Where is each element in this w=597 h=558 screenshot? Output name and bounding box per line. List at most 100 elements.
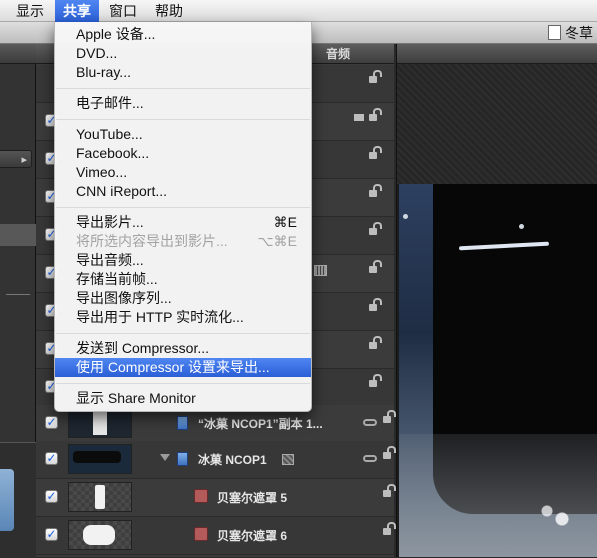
layer-row[interactable]: ✓ 冰菓 NCOP1 <box>36 441 396 479</box>
menu-item-label: CNN iReport... <box>76 183 168 199</box>
lock-icon[interactable] <box>369 146 382 159</box>
video-droplet <box>403 214 408 219</box>
bezier-mask-icon <box>194 489 208 503</box>
chain-link-icon[interactable] <box>363 455 377 462</box>
menu-item-label: 发送到 Compressor... <box>76 340 210 356</box>
menu-item-label: YouTube... <box>76 126 143 142</box>
film-layer-icon <box>177 416 188 430</box>
menu-item-label: Vimeo... <box>76 164 128 180</box>
lock-icon[interactable] <box>369 70 382 83</box>
menu-separator <box>56 383 310 384</box>
menu-view[interactable]: 显示 <box>8 0 52 22</box>
grid-icon <box>314 265 327 276</box>
menu-share[interactable]: 共享 <box>55 0 99 22</box>
document-title-text: 冬草 <box>565 25 593 41</box>
menu-item-email[interactable]: 电子邮件... <box>55 94 311 113</box>
menu-item-label: Blu-ray... <box>76 64 131 80</box>
menu-item-label: DVD... <box>76 45 118 61</box>
canvas-background <box>397 64 597 184</box>
lock-icon[interactable] <box>369 374 382 387</box>
menu-item-apple-devices[interactable]: Apple 设备... <box>55 25 311 44</box>
menu-item-label: 显示 Share Monitor <box>76 390 196 406</box>
lock-icon[interactable] <box>369 222 382 235</box>
lock-icon[interactable] <box>369 336 382 349</box>
menu-item-export-movie[interactable]: 导出影片... ⌘E <box>55 213 311 232</box>
lock-icon[interactable] <box>383 484 396 497</box>
menu-item-label: 电子邮件... <box>76 95 144 111</box>
camera-icon <box>354 114 364 121</box>
canvas-viewer <box>396 44 597 557</box>
menu-separator <box>56 119 310 120</box>
menu-help[interactable]: 帮助 <box>147 0 191 22</box>
clone-icon <box>282 454 294 465</box>
lock-icon[interactable] <box>383 410 396 423</box>
menu-item-export-image-sequence[interactable]: 导出图像序列... <box>55 289 311 308</box>
lock-icon[interactable] <box>383 522 396 535</box>
menu-item-facebook[interactable]: Facebook... <box>55 144 311 163</box>
layer-name[interactable]: 贝塞尔遮罩 6 <box>217 517 287 555</box>
layer-thumbnail <box>68 408 132 438</box>
menu-item-label: 将所选内容导出到影片... <box>76 233 228 249</box>
library-panel: ▸ <box>0 44 36 558</box>
menu-item-export-audio[interactable]: 导出音频... <box>55 251 311 270</box>
library-header <box>0 44 36 64</box>
video-blur-region <box>399 434 597 557</box>
menu-item-bluray[interactable]: Blu-ray... <box>55 63 311 82</box>
lock-icon[interactable] <box>369 184 382 197</box>
menu-item-export-http-streaming[interactable]: 导出用于 HTTP 实时流化... <box>55 308 311 327</box>
layer-checkbox[interactable]: ✓ <box>45 528 58 541</box>
disclosure-triangle-icon[interactable] <box>160 454 170 461</box>
layer-row[interactable]: ✓ 贝塞尔遮罩 6 <box>36 517 396 555</box>
chain-link-icon[interactable] <box>363 419 377 426</box>
menu-separator <box>56 333 310 334</box>
lock-icon[interactable] <box>369 108 382 121</box>
menu-item-vimeo[interactable]: Vimeo... <box>55 163 311 182</box>
layer-name[interactable]: 冰菓 NCOP1 <box>198 441 267 479</box>
menu-item-save-current-frame[interactable]: 存储当前帧... <box>55 270 311 289</box>
menu-item-show-share-monitor[interactable]: 显示 Share Monitor <box>55 389 311 408</box>
film-layer-icon <box>177 452 188 466</box>
layer-thumbnail <box>68 482 132 512</box>
document-title: 冬草 <box>548 24 593 42</box>
menu-item-shortcut: ⌘E <box>273 214 297 230</box>
video-droplet <box>519 224 524 229</box>
menu-item-dvd[interactable]: DVD... <box>55 44 311 63</box>
layer-thumbnail <box>68 520 132 550</box>
menu-item-export-with-compressor-settings[interactable]: 使用 Compressor 设置来导出... <box>55 358 311 377</box>
menu-item-label: 导出影片... <box>76 214 144 230</box>
canvas-header <box>397 44 597 64</box>
library-divider <box>6 294 30 295</box>
menu-item-label: 导出图像序列... <box>76 290 172 306</box>
layer-checkbox[interactable]: ✓ <box>45 490 58 503</box>
menu-bar: 显示 共享 窗口 帮助 <box>0 0 597 22</box>
folder-icon[interactable] <box>0 469 14 531</box>
layer-checkbox[interactable]: ✓ <box>45 452 58 465</box>
document-icon <box>548 25 561 40</box>
audio-column-header[interactable]: 音频 <box>326 44 350 64</box>
lock-icon[interactable] <box>383 446 396 459</box>
lock-icon[interactable] <box>369 298 382 311</box>
layer-checkbox[interactable]: ✓ <box>45 416 58 429</box>
bezier-mask-icon <box>194 527 208 541</box>
menu-separator <box>56 88 310 89</box>
menu-item-label: Apple 设备... <box>76 26 156 42</box>
watermark-logo <box>537 499 587 539</box>
menu-item-youtube[interactable]: YouTube... <box>55 125 311 144</box>
library-button[interactable]: ▸ <box>0 150 32 168</box>
layer-name[interactable]: 贝塞尔遮罩 5 <box>217 479 287 517</box>
menu-item-label: Facebook... <box>76 145 150 161</box>
menu-window[interactable]: 窗口 <box>101 0 145 22</box>
lock-icon[interactable] <box>369 260 382 273</box>
menu-item-cnn-ireport[interactable]: CNN iReport... <box>55 182 311 201</box>
menu-item-label: 存储当前帧... <box>76 271 158 287</box>
layer-row[interactable]: ✓ 贝塞尔遮罩 5 <box>36 479 396 517</box>
menu-item-label: 导出音频... <box>76 252 144 268</box>
library-selected-row[interactable] <box>0 224 36 246</box>
share-menu: Apple 设备... DVD... Blu-ray... 电子邮件... Yo… <box>54 22 312 412</box>
menu-item-export-selection: 将所选内容导出到影片... ⌥⌘E <box>55 232 311 251</box>
menu-item-shortcut: ⌥⌘E <box>257 233 297 249</box>
menu-separator <box>56 207 310 208</box>
menu-item-label: 使用 Compressor 设置来导出... <box>76 359 270 375</box>
layer-thumbnail <box>68 444 132 474</box>
menu-item-send-to-compressor[interactable]: 发送到 Compressor... <box>55 339 311 358</box>
